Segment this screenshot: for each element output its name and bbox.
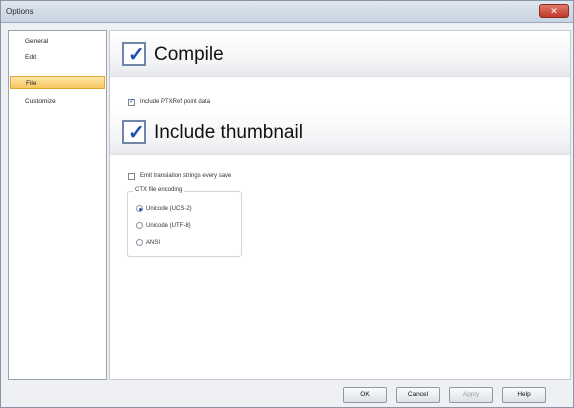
radio-label: Unicode (UTF-8) [146,223,191,230]
help-button[interactable]: Help [502,387,546,403]
include-ptxref-label: Include PTXRef point data [140,99,211,105]
emit-strings-label: Emit translation strings every save [140,173,232,179]
radio-utf8[interactable]: Unicode (UTF-8) [136,222,191,229]
settings-panel: ✓ Compile ✓ Include PTXRef point data ✓ … [109,30,571,380]
radio-icon[interactable] [136,222,143,229]
include-thumbnail-row[interactable]: ✓ Include thumbnail [110,109,570,155]
include-thumbnail-checkbox[interactable]: ✓ [122,120,146,144]
nav-item-label: Edit [25,54,37,61]
encoding-groupbox: CTX file encoding Unicode (UCS-2) Unicod… [127,187,242,257]
nav-item-label: General [25,38,49,45]
radio-icon[interactable] [136,239,143,246]
nav-item-file[interactable]: File [10,76,105,89]
compile-label: Compile [154,44,224,65]
radio-ansi[interactable]: ANSI [136,239,160,246]
encoding-group-title: CTX file encoding [133,187,185,193]
apply-button[interactable]: Apply [449,387,493,403]
category-list: General Edit File Customize [8,30,107,380]
window-title: Options [6,7,34,16]
options-window: Options ✕ General Edit File Customize ✓ … [0,0,574,408]
include-thumbnail-label: Include thumbnail [154,122,303,143]
radio-label: Unicode (UCS-2) [146,206,192,213]
radio-label: ANSI [146,240,161,247]
nav-item-customize[interactable]: Customize [10,95,105,108]
close-button[interactable]: ✕ [539,4,569,18]
checkmark-icon: ✓ [128,122,145,144]
compile-checkbox[interactable]: ✓ [122,42,146,66]
ok-button[interactable]: OK [343,387,387,403]
checkmark-icon: ✓ [129,98,135,105]
nav-item-general[interactable]: General [10,35,105,48]
emit-strings-checkbox[interactable] [128,173,135,180]
nav-item-label: File [26,80,37,87]
cancel-button[interactable]: Cancel [396,387,440,403]
title-bar[interactable]: Options ✕ [1,1,573,23]
radio-selected-icon[interactable] [136,205,143,212]
close-icon: ✕ [550,6,558,16]
nav-item-edit[interactable]: Edit [10,51,105,64]
include-ptxref-checkbox[interactable]: ✓ [128,98,135,106]
nav-item-label: Customize [25,98,56,105]
radio-ucs2[interactable]: Unicode (UCS-2) [136,205,192,212]
checkmark-icon: ✓ [128,44,145,66]
compile-row[interactable]: ✓ Compile [110,31,570,77]
